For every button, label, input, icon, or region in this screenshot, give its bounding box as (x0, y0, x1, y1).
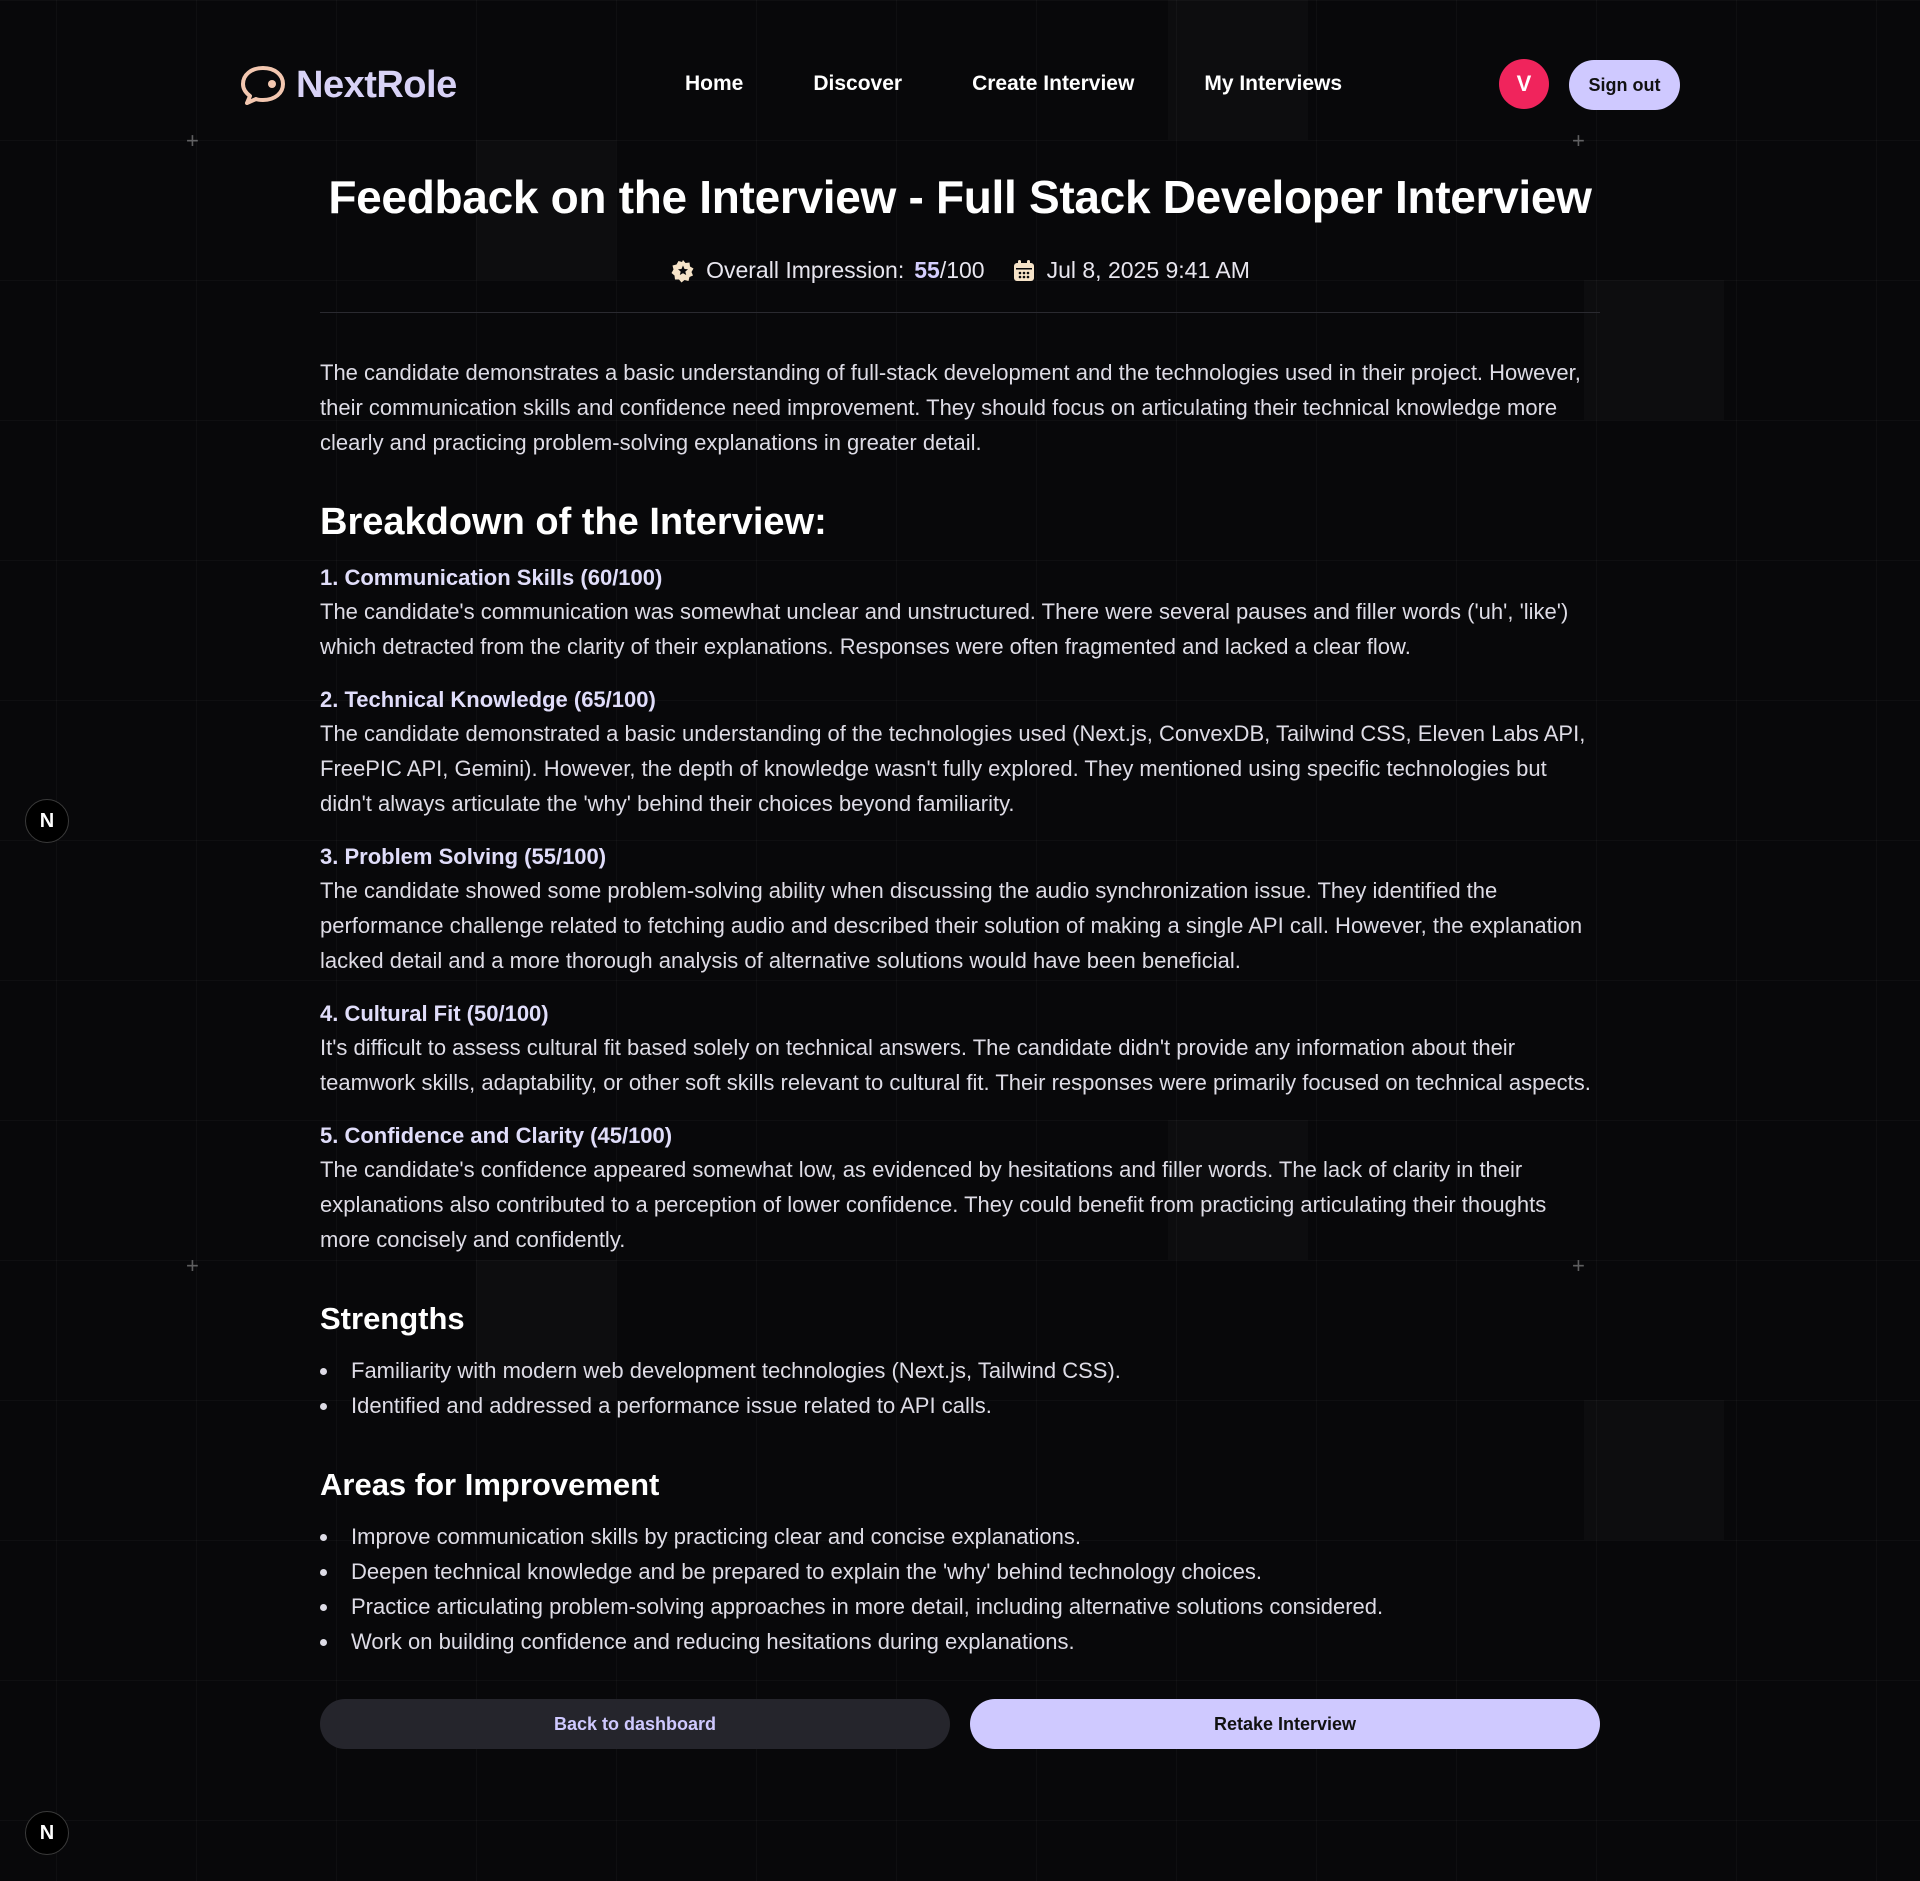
list-item: Identified and addressed a performance i… (320, 1388, 1600, 1423)
feedback-meta: Overall Impression: 55/100 Jul 8, 2025 9… (320, 257, 1600, 284)
date-text: Jul 8, 2025 9:41 AM (1046, 257, 1250, 283)
category-body: The candidate's confidence appeared some… (320, 1157, 1547, 1252)
strengths-heading: Strengths (320, 1301, 465, 1336)
back-to-dashboard-button[interactable]: Back to dashboard (320, 1699, 950, 1749)
star-badge-icon (671, 259, 694, 282)
category-body: The candidate's communication was somewh… (320, 599, 1569, 659)
improvements-list: Improve communication skills by practici… (320, 1519, 1600, 1659)
main-nav: Home Discover Create Interview My Interv… (685, 72, 1342, 96)
nav-home[interactable]: Home (685, 72, 743, 96)
category-body: The candidate showed some problem-solvin… (320, 878, 1583, 973)
category-item: 2. Technical Knowledge (65/100) The cand… (320, 684, 1600, 821)
category-title: 3. Problem Solving (55/100) (320, 844, 607, 869)
user-avatar[interactable]: V (1499, 59, 1549, 109)
category-title: 4. Cultural Fit (50/100) (320, 1001, 549, 1026)
nav-my-interviews[interactable]: My Interviews (1204, 72, 1342, 96)
improvements-heading: Areas for Improvement (320, 1467, 660, 1502)
top-navbar: NextRole Home Discover Create Interview … (238, 52, 1680, 118)
bg-tile (1584, 1400, 1724, 1540)
calendar-icon (1013, 259, 1034, 281)
score-suffix: /100 (939, 257, 985, 283)
nextjs-devtools-badge[interactable]: N (25, 799, 69, 843)
divider (320, 312, 1600, 313)
category-item: 3. Problem Solving (55/100) The candidat… (320, 841, 1600, 978)
feedback-summary: The candidate demonstrates a basic under… (320, 360, 1581, 455)
overall-impression: Overall Impression: 55/100 (670, 257, 985, 284)
impression-label: Overall Impression: (706, 257, 905, 283)
category-item: 1. Communication Skills (60/100) The can… (320, 562, 1600, 664)
list-item: Practice articulating problem-solving ap… (320, 1589, 1600, 1624)
chat-bubble-icon (241, 66, 285, 105)
action-buttons: Back to dashboard Retake Interview (320, 1699, 1600, 1749)
strengths-list: Familiarity with modern web development … (320, 1353, 1600, 1423)
sparkle-icon: + (186, 1253, 199, 1278)
list-item: Work on building confidence and reducing… (320, 1624, 1600, 1659)
category-title: 5. Confidence and Clarity (45/100) (320, 1123, 673, 1148)
retake-interview-button[interactable]: Retake Interview (970, 1699, 1600, 1749)
category-body: The candidate demonstrated a basic under… (320, 721, 1586, 816)
category-item: 4. Cultural Fit (50/100) It's difficult … (320, 998, 1600, 1100)
list-item: Familiarity with modern web development … (320, 1353, 1600, 1388)
overall-score: 55 (914, 257, 940, 283)
list-item: Improve communication skills by practici… (320, 1519, 1600, 1554)
category-title: 2. Technical Knowledge (65/100) (320, 687, 656, 712)
category-title: 1. Communication Skills (60/100) (320, 565, 663, 590)
feedback-date: Jul 8, 2025 9:41 AM (1011, 257, 1250, 284)
sign-out-button[interactable]: Sign out (1569, 60, 1680, 110)
breakdown-heading: Breakdown of the Interview: (320, 501, 827, 543)
category-item: 5. Confidence and Clarity (45/100) The c… (320, 1120, 1600, 1257)
bg-tile (1584, 280, 1724, 420)
list-item: Deepen technical knowledge and be prepar… (320, 1554, 1600, 1589)
sparkle-icon: + (1572, 128, 1585, 153)
brand-name: NextRole (296, 63, 457, 106)
nextjs-devtools-badge[interactable]: N (25, 1811, 69, 1855)
sparkle-icon: + (186, 128, 199, 153)
brand-logo[interactable]: NextRole (238, 64, 457, 107)
category-body: It's difficult to assess cultural fit ba… (320, 1035, 1591, 1095)
feedback-content: Feedback on the Interview - Full Stack D… (320, 165, 1600, 1749)
page-title: Feedback on the Interview - Full Stack D… (328, 171, 1592, 223)
nav-discover[interactable]: Discover (813, 72, 902, 96)
nav-create-interview[interactable]: Create Interview (972, 72, 1134, 96)
